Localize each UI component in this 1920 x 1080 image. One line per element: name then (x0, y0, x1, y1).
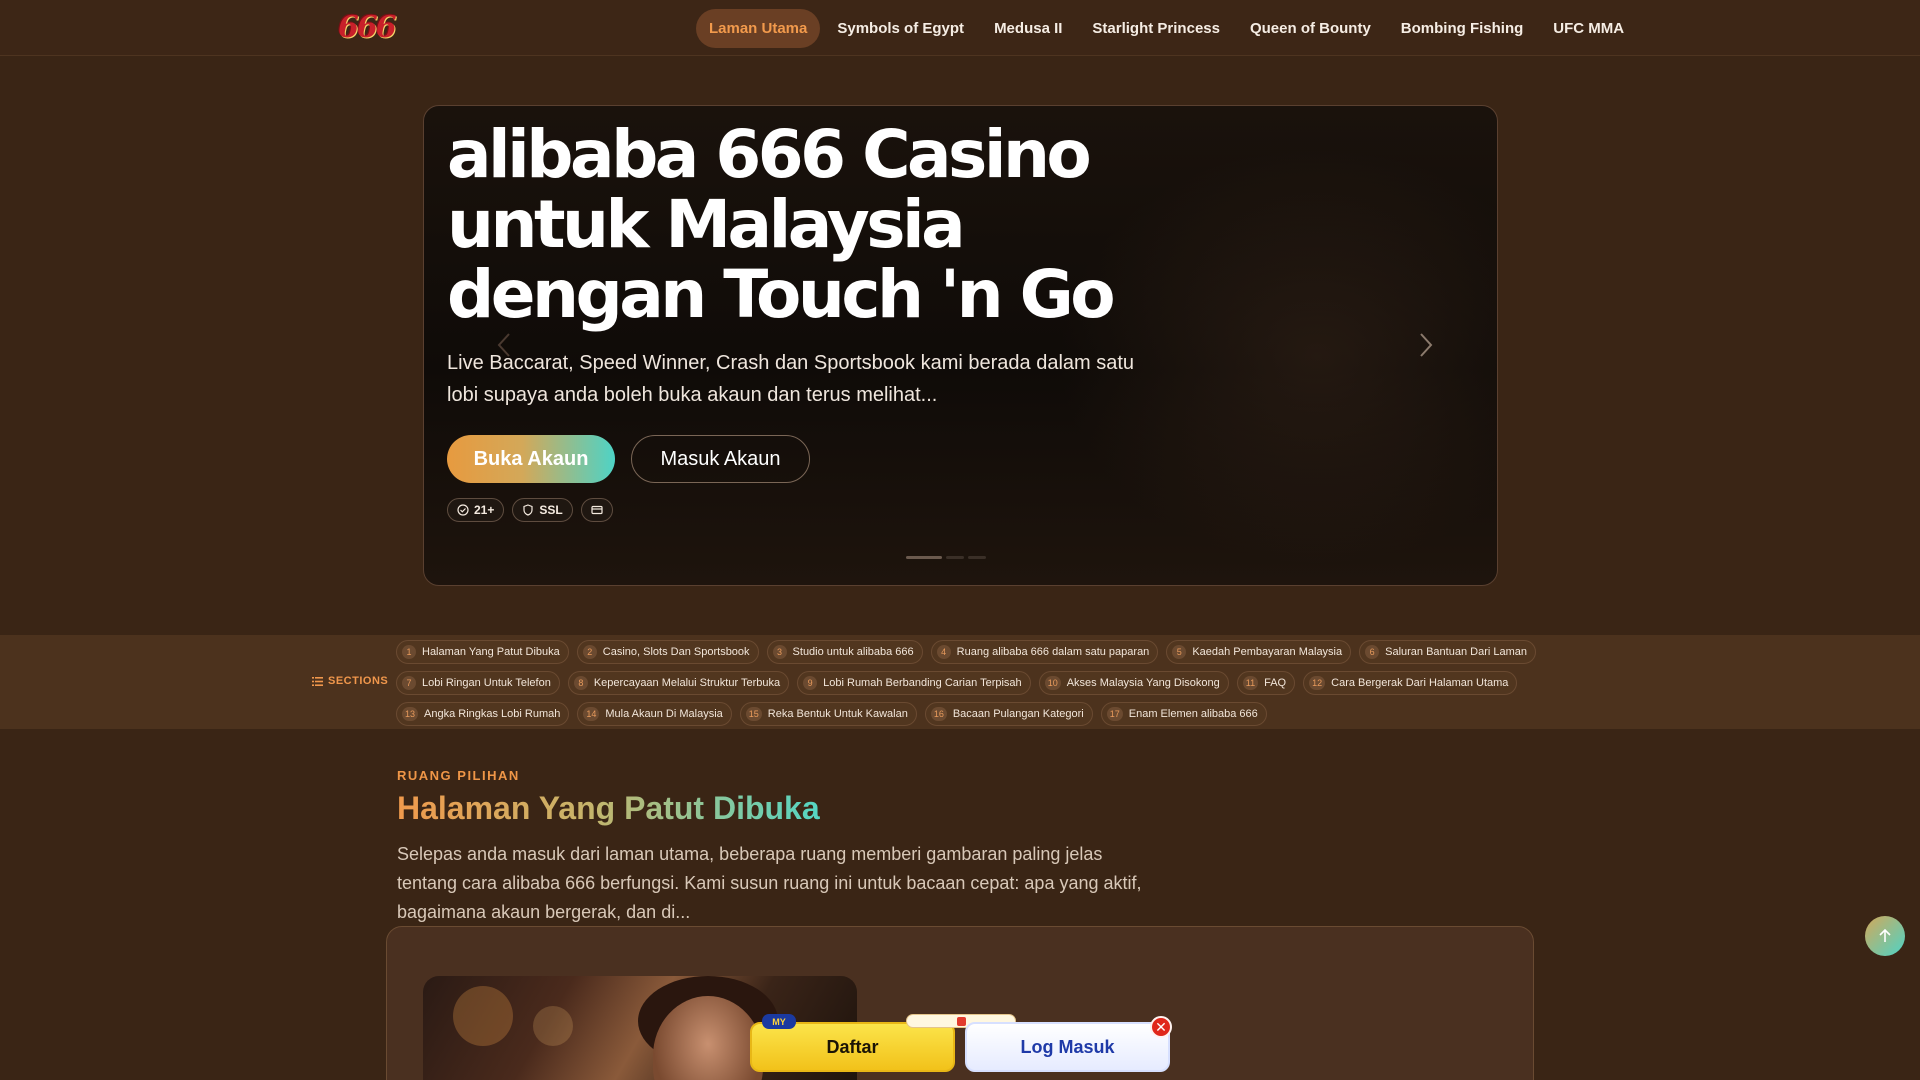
section-eyebrow: RUANG PILIHAN (397, 768, 520, 783)
sections-label-text: SECTIONS (328, 675, 389, 687)
floating-cta-bar: Daftar MY Log Masuk ✕ (750, 1014, 1172, 1074)
section-chip-number: 9 (803, 676, 818, 690)
section-chip-number: 17 (1106, 707, 1123, 721)
section-chip-number: 6 (1365, 645, 1380, 659)
login-button[interactable]: Log Masuk (965, 1022, 1170, 1072)
section-chip-label: Cara Bergerak Dari Halaman Utama (1331, 677, 1509, 689)
section-chip-label: Casino, Slots Dan Sportsbook (602, 646, 750, 658)
hero-subtitle: Live Baccarat, Speed Winner, Crash dan S… (447, 352, 1135, 406)
nav-item-laman-utama[interactable]: Laman Utama (696, 8, 821, 48)
section-chip-number: 14 (583, 707, 600, 721)
open-account-button[interactable]: Buka Akaun (447, 435, 615, 483)
section-chip[interactable]: 10 Akses Malaysia Yang Disokong (1038, 671, 1229, 695)
ssl-badge: SSL (512, 498, 573, 522)
section-chip[interactable]: 12 Cara Bergerak Dari Halaman Utama (1303, 671, 1518, 695)
section-chip-number: 13 (402, 707, 419, 721)
section-chip-number: 15 (745, 707, 762, 721)
section-chip[interactable]: 1 Halaman Yang Patut Dibuka (396, 640, 569, 664)
section-chip-number: 11 (1242, 676, 1259, 690)
carousel-dot-1[interactable] (906, 556, 942, 559)
scroll-to-top-button[interactable] (1865, 916, 1905, 956)
register-button[interactable]: Daftar (750, 1022, 955, 1072)
sections-label: SECTIONS (312, 675, 388, 687)
section-chip-label: Saluran Bantuan Dari Laman (1385, 646, 1527, 658)
section-chip-label: Lobi Ringan Untuk Telefon (422, 677, 551, 689)
payment-badge (580, 498, 613, 522)
main-nav: Laman Utama Symbols of Egypt Medusa II Star… (696, 8, 1637, 48)
section-chip-label: Bacaan Pulangan Kategori (952, 708, 1084, 720)
nav-item-starlight-princess[interactable]: Starlight Princess (1079, 9, 1233, 48)
section-chip[interactable]: 15 Reka Bentuk Untuk Kawalan (739, 702, 917, 726)
section-chip-number: 3 (772, 645, 787, 659)
section-chip[interactable]: 17 Enam Elemen alibaba 666 (1100, 702, 1267, 726)
nav-item-ufc-mma[interactable]: UFC MMA (1540, 9, 1637, 48)
section-chip-number: 7 (402, 676, 416, 690)
section-chip[interactable]: 9 Lobi Rumah Berbanding Carian Terpisah (797, 671, 1031, 695)
malaysia-flag-badge: MY (762, 1014, 796, 1029)
section-chip-label: Enam Elemen alibaba 666 (1128, 708, 1258, 720)
section-chips: 1 Halaman Yang Patut Dibuka 2 Casino, Slots… (396, 640, 1596, 726)
carousel-next-icon[interactable] (1410, 330, 1440, 360)
nav-item-medusa-ii[interactable]: Medusa II (981, 9, 1075, 48)
check-circle-icon (457, 504, 469, 516)
sections-bar: SECTIONS 1 Halaman Yang Patut Dibuka 2 Casi… (0, 635, 1920, 729)
section-chip[interactable]: 4 Ruang alibaba 666 dalam satu paparan (930, 640, 1159, 664)
section-chip[interactable]: 7 Lobi Ringan Untuk Telefon (396, 671, 560, 695)
section-chip[interactable]: 2 Casino, Slots Dan Sportsbook (576, 640, 759, 664)
section-chip-label: FAQ (1264, 677, 1287, 689)
section-chip-label: Ruang alibaba 666 dalam satu paparan (956, 646, 1150, 658)
arrow-up-icon (1879, 928, 1891, 942)
section-chip[interactable]: 5 Kaedah Pembayaran Malaysia (1166, 640, 1352, 664)
section-chip-label: Lobi Rumah Berbanding Carian Terpisah (823, 677, 1022, 689)
carousel-dot-2[interactable] (946, 556, 964, 559)
section-chip-number: 4 (936, 645, 951, 659)
carousel-indicators (906, 556, 986, 559)
age-badge: 21+ (447, 498, 505, 522)
section-chip[interactable]: 13 Angka Ringkas Lobi Rumah (396, 702, 570, 726)
section-chip-number: 10 (1044, 676, 1061, 690)
section-chip-number: 5 (1172, 645, 1187, 659)
section-chip-number: 16 (930, 707, 947, 721)
section-chip-label: Halaman Yang Patut Dibuka (422, 646, 560, 658)
nav-item-symbols-of-egypt[interactable]: Symbols of Egypt (824, 9, 977, 48)
nav-item-bombing-fishing[interactable]: Bombing Fishing (1388, 9, 1536, 48)
section-chip[interactable]: 8 Kepercayaan Melalui Struktur Terbuka (567, 671, 790, 695)
section-chip-label: Kaedah Pembayaran Malaysia (1192, 646, 1343, 658)
carousel-prev-icon[interactable] (490, 330, 520, 360)
section-chip[interactable]: 11 FAQ (1236, 671, 1296, 695)
hero-banner: alibaba 666 Casino untuk Malaysia dengan… (423, 105, 1498, 586)
trust-badges: 21+ SSL (447, 498, 613, 522)
section-chip[interactable]: 6 Saluran Bantuan Dari Laman (1359, 640, 1536, 664)
list-icon (312, 676, 323, 686)
section-chip-number: 2 (582, 645, 597, 659)
hero-title: alibaba 666 Casino untuk Malaysia dengan… (447, 116, 1116, 333)
section-chip-number: 1 (402, 645, 416, 659)
section-chip-label: Angka Ringkas Lobi Rumah (424, 708, 561, 720)
section-chip-label: Studio untuk alibaba 666 (792, 646, 914, 658)
section-heading: Halaman Yang Patut Dibuka (397, 790, 820, 826)
section-chip[interactable]: 3 Studio untuk alibaba 666 (766, 640, 923, 664)
section-chip-number: 12 (1309, 676, 1326, 690)
login-account-button[interactable]: Masuk Akaun (631, 435, 810, 483)
section-chip-label: Reka Bentuk Untuk Kawalan (767, 708, 908, 720)
section-chip-number: 8 (573, 676, 588, 690)
site-logo[interactable]: 666 (338, 10, 408, 46)
section-chip[interactable]: 14 Mula Akaun Di Malaysia (577, 702, 732, 726)
ssl-badge-label: SSL (539, 503, 563, 517)
card-icon (591, 505, 603, 515)
close-icon[interactable]: ✕ (1150, 1016, 1172, 1038)
top-navigation-bar: 666 Laman Utama Symbols of Egypt Medusa II… (0, 0, 1920, 56)
section-chip-label: Akses Malaysia Yang Disokong (1066, 677, 1220, 689)
carousel-dot-3[interactable] (968, 556, 986, 559)
nav-item-queen-of-bounty[interactable]: Queen of Bounty (1237, 9, 1384, 48)
section-chip[interactable]: 16 Bacaan Pulangan Kategori (924, 702, 1093, 726)
age-badge-label: 21+ (474, 503, 495, 517)
section-chip-label: Kepercayaan Melalui Struktur Terbuka (593, 677, 781, 689)
gift-icon (957, 1017, 966, 1026)
shield-icon (523, 504, 533, 516)
section-intro-text: Selepas anda masuk dari laman utama, beb… (397, 844, 1142, 922)
section-chip-label: Mula Akaun Di Malaysia (605, 708, 723, 720)
